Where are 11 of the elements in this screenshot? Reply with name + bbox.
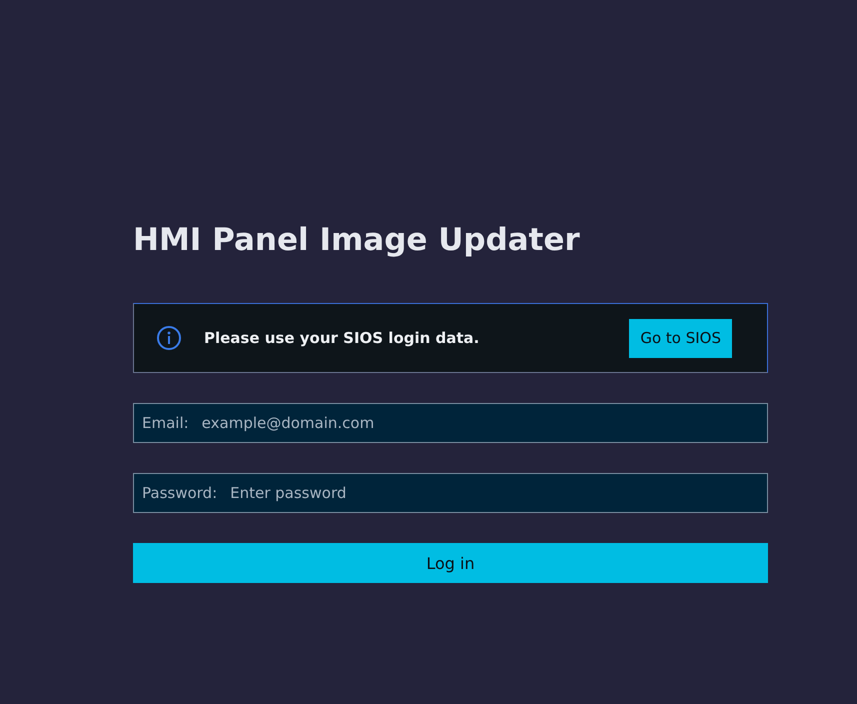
login-field[interactable]: Email: example@domain.com <box>133 403 768 443</box>
info-icon <box>156 325 182 351</box>
go-to-sios-button[interactable]: Go to SIOS <box>629 318 732 358</box>
text-input[interactable]: Enter password <box>228 483 759 503</box>
info-message: Please use your SIOS login data. <box>204 329 480 347</box>
field-label: Email: <box>142 414 189 432</box>
login-button[interactable]: Log in <box>133 543 768 583</box>
login-field[interactable]: Password: Enter password <box>133 473 768 513</box>
page-title: HMI Panel Image Updater <box>133 221 581 260</box>
field-label: Password: <box>142 484 218 502</box>
text-input[interactable]: example@domain.com <box>200 413 759 433</box>
